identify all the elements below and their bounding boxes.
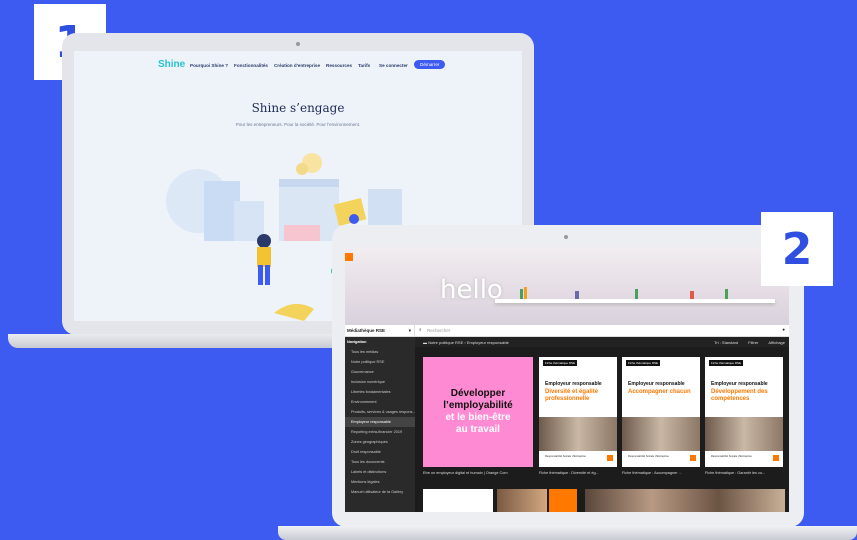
- sidebar-item[interactable]: Zones géographiques: [345, 437, 415, 447]
- view-button[interactable]: Affichage: [768, 340, 785, 345]
- step-badge-2: 2: [761, 212, 833, 286]
- mediatheque-screen: hello FR Médiathèque RSE ▾ ⌕ Rechercher …: [345, 247, 789, 512]
- sidebar-item[interactable]: Produits, services & usages respons...: [345, 407, 415, 417]
- card-photo: [705, 417, 783, 451]
- hello-banner: hello FR: [345, 247, 789, 325]
- hero-card-line: Développer: [450, 388, 506, 399]
- library-selector-label: Médiathèque RSE: [347, 328, 386, 333]
- camera-dot: [296, 42, 300, 46]
- card-footer: Responsabilité Sociale d’Entreprise: [628, 455, 669, 458]
- library-selector[interactable]: Médiathèque RSE ▾: [345, 325, 415, 337]
- media-card[interactable]: [549, 489, 577, 512]
- filter-button[interactable]: Filtrer: [748, 340, 758, 345]
- media-card-competences[interactable]: Fiche thématique RSE Employeur responsab…: [705, 357, 783, 467]
- card-tag: Fiche thématique RSE: [543, 360, 578, 366]
- media-card[interactable]: [423, 489, 493, 512]
- sidebar-item[interactable]: Manuel utilisateur de la Gallery: [345, 487, 415, 497]
- sidebar-item[interactable]: Labels et distinctions: [345, 467, 415, 477]
- media-card[interactable]: [497, 489, 547, 512]
- card-footer: Responsabilité Sociale d’Entreprise: [545, 455, 586, 458]
- hero-card-line: et le bien-être: [445, 412, 511, 423]
- sidebar-title: Navigation: [347, 340, 367, 344]
- card-title: Employeur responsable: [711, 381, 768, 387]
- sidebar-item-active[interactable]: Employeur responsable: [345, 417, 415, 427]
- orange-logo: [690, 455, 696, 461]
- top-bar: Médiathèque RSE ▾ ⌕ Rechercher ●: [345, 325, 789, 337]
- card-photo: [622, 417, 700, 451]
- card-caption[interactable]: Fiche thématique : Garantir les co...: [705, 471, 765, 475]
- card-photo: [539, 417, 617, 451]
- sidebar-item[interactable]: Gouvernance: [345, 367, 415, 377]
- media-card[interactable]: [585, 489, 785, 512]
- breadcrumb: ▬ Notre politique RSE › Employeur respon…: [415, 337, 789, 347]
- banner-books: [520, 287, 728, 299]
- card-subtitle: Accompagner chacun: [628, 389, 691, 395]
- hero-card-line: l’employabilité: [443, 400, 513, 411]
- card-tag: Fiche thématique RSE: [709, 360, 744, 366]
- media-card-employabilite[interactable]: Développer l’employabilité et le bien-êt…: [423, 357, 533, 467]
- sidebar-item[interactable]: Tous les documents: [345, 457, 415, 467]
- media-grid: Développer l’employabilité et le bien-êt…: [415, 347, 789, 512]
- card-title: Employeur responsable: [628, 381, 685, 387]
- card-subtitle: Développement des compétences: [711, 389, 768, 402]
- card-caption[interactable]: Fiche thématique : Diversité et ég...: [539, 471, 599, 475]
- sidebar-item[interactable]: Droit responsable: [345, 447, 415, 457]
- breadcrumb-item[interactable]: Employeur responsable: [467, 340, 509, 345]
- sidebar-item[interactable]: Reporting extra-financier 2019: [345, 427, 415, 437]
- search-input[interactable]: Rechercher: [427, 328, 450, 333]
- sidebar-item[interactable]: Inclusion numérique: [345, 377, 415, 387]
- sidebar-item[interactable]: Environnement: [345, 397, 415, 407]
- card-caption[interactable]: Etre un employeur digital et humain | Or…: [423, 471, 508, 475]
- search-icon: ⌕: [419, 327, 422, 332]
- media-card-accompagner[interactable]: Fiche thématique RSE Employeur responsab…: [622, 357, 700, 467]
- card-footer: Responsabilité Sociale d’Entreprise: [711, 455, 752, 458]
- orange-logo: [773, 455, 779, 461]
- laptop-mediatheque-base: [278, 526, 857, 540]
- folder-icon: ▬: [423, 340, 427, 345]
- hero-card-line: au travail: [456, 424, 500, 435]
- card-title: Employeur responsable: [545, 381, 602, 387]
- toolbar-right: Tri : Standard Filtrer Affichage: [714, 340, 785, 345]
- sort-button[interactable]: Tri : Standard: [714, 340, 738, 345]
- orange-logo: [607, 455, 613, 461]
- navigation-sidebar: Navigation Tous les médias Notre politiq…: [345, 337, 415, 512]
- breadcrumb-item[interactable]: Notre politique RSE: [428, 340, 463, 345]
- media-card-diversite[interactable]: Fiche thématique RSE Employeur responsab…: [539, 357, 617, 467]
- card-subtitle: Diversité et égalité professionnelle: [545, 389, 599, 402]
- card-tag: Fiche thématique RSE: [626, 360, 661, 366]
- laptop-mediatheque: hello FR Médiathèque RSE ▾ ⌕ Rechercher …: [332, 225, 804, 527]
- card-caption[interactable]: Fiche thématique : Accompagner ...: [622, 471, 682, 475]
- chevron-down-icon: ▾: [408, 328, 411, 333]
- user-icon[interactable]: ●: [782, 327, 785, 332]
- camera-dot: [564, 235, 568, 239]
- sidebar-item[interactable]: Tous les médias: [345, 347, 415, 357]
- sidebar-item[interactable]: Libertés fondamentales: [345, 387, 415, 397]
- sidebar-item[interactable]: Mentions légales: [345, 477, 415, 487]
- chevron-right-icon: ›: [464, 340, 466, 345]
- sidebar-item[interactable]: Notre politique RSE: [345, 357, 415, 367]
